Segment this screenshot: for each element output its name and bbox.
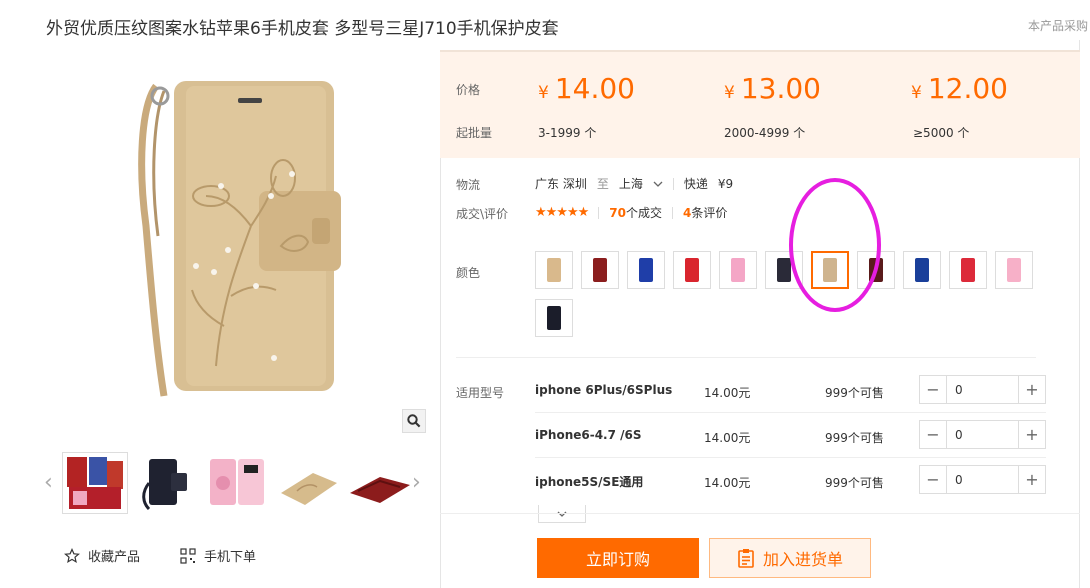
tier-2-price: ¥13.00 xyxy=(724,72,821,105)
color-swatch-4[interactable] xyxy=(673,251,711,289)
thumbnail-3[interactable] xyxy=(206,453,270,513)
quantity-stepper: −0 + xyxy=(919,465,1046,494)
mobile-order-button[interactable]: 手机下单 xyxy=(180,546,256,565)
add-to-cart-button[interactable]: 加入进货单 xyxy=(709,538,871,578)
deals-info: ★★★★★ 70个成交 4条评价 xyxy=(535,204,727,221)
clipboard-list-icon xyxy=(738,549,754,568)
model-name: iPhone6-4.7 /6S xyxy=(535,428,642,442)
model-name: iphone 6Plus/6SPlus xyxy=(535,383,673,397)
tier-1-range: 3-1999 个 xyxy=(538,126,597,140)
divider xyxy=(535,457,1046,458)
swatch-case-image xyxy=(731,258,745,282)
color-swatch-5[interactable] xyxy=(719,251,757,289)
model-availability: 999个可售 xyxy=(825,476,884,490)
tier-1-price: ¥14.00 xyxy=(538,72,635,105)
thumb-prev-arrow[interactable]: ‹ xyxy=(44,470,53,495)
model-price: 14.00元 xyxy=(704,386,751,400)
ship-fee: ¥9 xyxy=(717,176,734,191)
separator xyxy=(672,177,674,190)
review-count-link[interactable]: 4条评价 xyxy=(683,204,727,221)
sold-suffix: 个成交 xyxy=(625,206,662,220)
tier-3-range: ≥5000 个 xyxy=(913,126,970,140)
quantity-stepper: −0 + xyxy=(919,375,1046,404)
quantity-input[interactable]: 0 xyxy=(947,376,1018,403)
order-now-button[interactable]: 立即订购 xyxy=(537,538,699,578)
color-swatch-2[interactable] xyxy=(581,251,619,289)
sold-count: 70 xyxy=(609,206,626,220)
ship-dest-label: 上海 xyxy=(618,177,643,191)
color-swatch-11[interactable] xyxy=(995,251,1033,289)
tier-3-price: ¥12.00 xyxy=(911,72,1008,105)
color-swatch-1[interactable] xyxy=(535,251,573,289)
to-word: 至 xyxy=(596,177,609,191)
swatch-case-image xyxy=(777,258,791,282)
rating-stars: ★★★★★ xyxy=(535,205,589,220)
star-outline-icon xyxy=(64,547,80,563)
qr-code-icon xyxy=(180,547,196,564)
add-to-cart-label: 加入进货单 xyxy=(762,550,843,569)
thumbnail-4[interactable] xyxy=(277,453,341,513)
chevron-down-icon xyxy=(653,181,663,187)
tier-2-range: 2000-4999 个 xyxy=(724,126,806,140)
quantity-input[interactable]: 0 xyxy=(947,466,1018,493)
sold-count-link[interactable]: 70个成交 xyxy=(609,204,662,221)
ship-from: 广东 深圳 xyxy=(535,177,587,191)
divider xyxy=(535,412,1046,413)
model-price: 14.00元 xyxy=(704,476,751,490)
deals-label: 成交\评价 xyxy=(456,207,509,221)
zoom-button[interactable] xyxy=(402,409,426,433)
ship-method: 快递 xyxy=(683,177,708,191)
quantity-input[interactable]: 0 xyxy=(947,421,1018,448)
thumbnail-5[interactable] xyxy=(348,453,412,513)
swatch-case-image xyxy=(547,306,561,330)
decrement-button[interactable]: − xyxy=(920,376,947,403)
logistics-info: 广东 深圳 至 上海 快递 ¥9 xyxy=(535,175,733,192)
decrement-button[interactable]: − xyxy=(920,421,947,448)
model-label: 适用型号 xyxy=(456,386,505,400)
color-swatch-9[interactable] xyxy=(903,251,941,289)
swatch-case-image xyxy=(547,258,561,282)
favorite-button[interactable]: 收藏产品 xyxy=(64,546,140,565)
swatch-case-image xyxy=(593,258,607,282)
expand-models-button[interactable] xyxy=(538,505,586,523)
separator xyxy=(672,206,673,219)
review-suffix: 条评价 xyxy=(691,206,728,220)
annotation-circle xyxy=(789,178,881,312)
model-availability: 999个可售 xyxy=(825,431,884,445)
swatch-case-image xyxy=(639,258,653,282)
quantity-stepper: −0 + xyxy=(919,420,1046,449)
separator xyxy=(598,206,600,219)
main-product-image xyxy=(46,46,428,436)
model-name: iphone5S/SE通用 xyxy=(535,475,644,489)
thumbnail-1[interactable] xyxy=(62,452,128,514)
color-label: 颜色 xyxy=(456,266,481,280)
increment-button[interactable]: + xyxy=(1018,421,1045,448)
swatch-case-image xyxy=(685,258,699,282)
divider xyxy=(456,357,1036,358)
color-swatch-12[interactable] xyxy=(535,299,573,337)
color-swatch-10[interactable] xyxy=(949,251,987,289)
divider xyxy=(440,513,1080,514)
logistics-label: 物流 xyxy=(456,178,481,192)
increment-button[interactable]: + xyxy=(1018,376,1045,403)
product-title: 外贸优质压纹图案水钻苹果6手机皮套 多型号三星J710手机保护皮套 xyxy=(46,19,559,39)
order-now-label: 立即订购 xyxy=(585,550,650,569)
favorite-label: 收藏产品 xyxy=(88,550,141,565)
magnifier-icon xyxy=(407,414,421,428)
thumbnail-2[interactable] xyxy=(135,453,199,513)
ship-dest[interactable]: 上海 xyxy=(619,175,663,192)
purchase-notice: 本产品采购 xyxy=(1028,19,1089,33)
thumb-next-arrow[interactable]: › xyxy=(412,470,421,495)
min-order-label: 起批量 xyxy=(456,126,493,140)
swatch-case-image xyxy=(915,258,929,282)
model-price: 14.00元 xyxy=(704,431,751,445)
swatch-case-image xyxy=(1007,258,1021,282)
color-swatch-3[interactable] xyxy=(627,251,665,289)
increment-button[interactable]: + xyxy=(1018,466,1045,493)
model-availability: 999个可售 xyxy=(825,386,884,400)
mobile-order-label: 手机下单 xyxy=(204,550,257,565)
decrement-button[interactable]: − xyxy=(920,466,947,493)
price-label: 价格 xyxy=(456,83,481,97)
swatch-case-image xyxy=(961,258,975,282)
